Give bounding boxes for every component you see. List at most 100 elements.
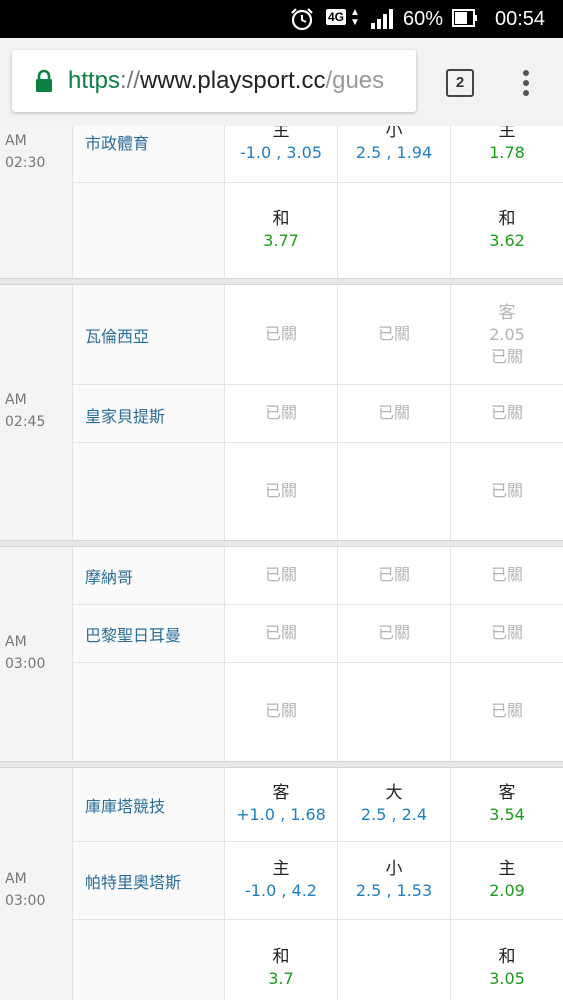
closed-label: 已關 xyxy=(377,324,410,343)
bet-side: 大 xyxy=(385,783,403,803)
url-fade xyxy=(386,50,416,112)
odds-value: 2.09 xyxy=(489,881,525,900)
time-value: 02:30 xyxy=(5,155,46,171)
closed-label: 已關 xyxy=(264,565,297,584)
table-row: 摩納哥 已關 已關 已關 xyxy=(73,547,563,605)
handicap-cell[interactable]: 主 -1.0 , 3.05 xyxy=(225,126,338,182)
odds-value: 3.7 xyxy=(268,969,294,988)
tab-switcher-button[interactable]: 2 xyxy=(446,69,474,97)
total-cell: 已關 xyxy=(338,385,451,442)
time-ampm: AM xyxy=(5,392,27,408)
total-cell[interactable]: 小 2.5 , 1.94 xyxy=(338,126,451,182)
odds-value: 3.77 xyxy=(263,231,299,250)
network-type: 4G xyxy=(326,9,347,25)
url-separator: :// xyxy=(120,67,141,94)
total-cell[interactable]: 大 2.5 , 2.4 xyxy=(338,768,451,841)
table-row: 帕特里奧塔斯 主 -1.0 , 4.2 小 2.5 , 1.53 主 2.09 xyxy=(73,842,563,920)
bet-side: 和 xyxy=(272,947,290,967)
team-link[interactable]: 帕特里奧塔斯 xyxy=(85,869,181,893)
bet-side: 主 xyxy=(498,126,516,141)
moneyline-cell[interactable]: 主 2.09 xyxy=(451,842,563,919)
team-cell xyxy=(73,663,225,761)
draw-cell: 已關 xyxy=(451,443,563,540)
closed-label: 已關 xyxy=(490,403,523,422)
group-divider xyxy=(0,278,563,285)
draw-cell[interactable]: 和 3.77 xyxy=(225,183,338,278)
total-cell[interactable]: 小 2.5 , 1.53 xyxy=(338,842,451,919)
closed-label: 已關 xyxy=(490,565,523,584)
match-group: AM 02:30 市政體育 主 -1.0 , 3.05 小 2.5 , 1.94 xyxy=(0,126,563,278)
draw-cell[interactable]: 和 3.62 xyxy=(451,183,563,278)
team-link[interactable]: 市政體育 xyxy=(85,130,149,154)
kickoff-time-cell: AM 02:30 xyxy=(0,126,73,278)
match-group: AM 03:00 庫庫塔競技 客 +1.0 , 1.68 大 2.5 , 2.4 xyxy=(0,768,563,1000)
draw-cell[interactable]: 和 3.05 xyxy=(451,920,563,1000)
bet-side: 客 xyxy=(272,783,290,803)
handicap-line: +1.0 , 1.68 xyxy=(236,805,326,824)
table-row: 和 3.77 和 3.62 xyxy=(73,183,563,278)
team-cell: 瓦倫西亞 xyxy=(73,285,225,384)
team-cell: 皇家貝提斯 xyxy=(73,385,225,442)
odds-value: 3.62 xyxy=(489,231,525,250)
closed-label: 已關 xyxy=(264,481,297,500)
handicap-cell[interactable]: 主 -1.0 , 4.2 xyxy=(225,842,338,919)
clock: 00:54 xyxy=(495,8,546,30)
bet-side: 和 xyxy=(498,947,516,967)
handicap-cell: 已關 xyxy=(225,605,338,662)
closed-label: 已關 xyxy=(490,701,523,720)
total-line: 2.5 , 1.94 xyxy=(355,143,433,162)
handicap-cell: 已關 xyxy=(225,385,338,442)
battery-icon xyxy=(452,9,477,27)
table-row: 瓦倫西亞 已關 已關 客 2.05 已關 xyxy=(73,285,563,385)
team-link[interactable]: 庫庫塔競技 xyxy=(85,793,165,817)
handicap-line: -1.0 , 3.05 xyxy=(239,143,323,162)
moneyline-cell: 已關 xyxy=(451,547,563,604)
overflow-menu-button[interactable] xyxy=(517,70,535,100)
draw-cell[interactable]: 和 3.7 xyxy=(225,920,338,1000)
bet-side: 小 xyxy=(385,126,403,141)
draw-cell: 已關 xyxy=(451,663,563,761)
lock-icon xyxy=(36,69,52,92)
team-link[interactable]: 瓦倫西亞 xyxy=(85,323,149,347)
signal-icon xyxy=(371,9,393,29)
table-row: 庫庫塔競技 客 +1.0 , 1.68 大 2.5 , 2.4 客 3.54 xyxy=(73,768,563,842)
bet-side: 和 xyxy=(498,209,516,229)
closed-label: 已關 xyxy=(264,403,297,422)
bet-side: 主 xyxy=(272,126,290,141)
url-bar[interactable]: https://www.playsport.cc/gues xyxy=(12,50,416,112)
odds-value: 1.78 xyxy=(489,143,525,162)
kickoff-time-cell: AM 03:00 xyxy=(0,547,73,761)
table-row: 已關 已關 xyxy=(73,443,563,540)
handicap-cell[interactable]: 客 +1.0 , 1.68 xyxy=(225,768,338,841)
status-bar: 4G ▲ ▼ 60% 00:54 xyxy=(0,0,563,38)
moneyline-cell: 客 2.05 已關 xyxy=(451,285,563,384)
time-ampm: AM xyxy=(5,871,27,887)
bet-side: 主 xyxy=(498,859,516,879)
table-row: 已關 已關 xyxy=(73,663,563,761)
team-link[interactable]: 摩納哥 xyxy=(85,564,133,588)
odds-table: AM 02:30 市政體育 主 -1.0 , 3.05 小 2.5 , 1.94 xyxy=(0,126,563,1000)
match-group: AM 02:45 瓦倫西亞 已關 已關 客 2.05 已關 皇家貝提斯 已關 已… xyxy=(0,285,563,540)
closed-label: 已關 xyxy=(490,347,523,366)
url-host: www.playsport.cc xyxy=(140,67,326,94)
url-text[interactable]: https://www.playsport.cc/gues xyxy=(68,66,384,96)
closed-label: 已關 xyxy=(377,565,410,584)
url-path: /gues xyxy=(325,67,385,94)
closed-label: 已關 xyxy=(264,324,297,343)
bet-side: 和 xyxy=(272,209,290,229)
closed-label: 已關 xyxy=(490,623,523,642)
team-link[interactable]: 巴黎聖日耳曼 xyxy=(85,622,181,646)
kickoff-time-cell: AM 02:45 xyxy=(0,285,73,540)
empty-cell xyxy=(338,663,451,761)
bet-side: 主 xyxy=(272,859,290,879)
time-value: 03:00 xyxy=(5,656,46,672)
moneyline-cell[interactable]: 客 3.54 xyxy=(451,768,563,841)
draw-cell: 已關 xyxy=(225,443,338,540)
kickoff-time-cell: AM 03:00 xyxy=(0,768,73,1000)
alarm-icon xyxy=(291,8,313,31)
total-line: 2.5 , 1.53 xyxy=(355,881,433,900)
team-link[interactable]: 皇家貝提斯 xyxy=(85,403,165,427)
odds-value: 2.05 xyxy=(489,325,525,344)
moneyline-cell[interactable]: 主 1.78 xyxy=(451,126,563,182)
bet-side: 小 xyxy=(385,859,403,879)
